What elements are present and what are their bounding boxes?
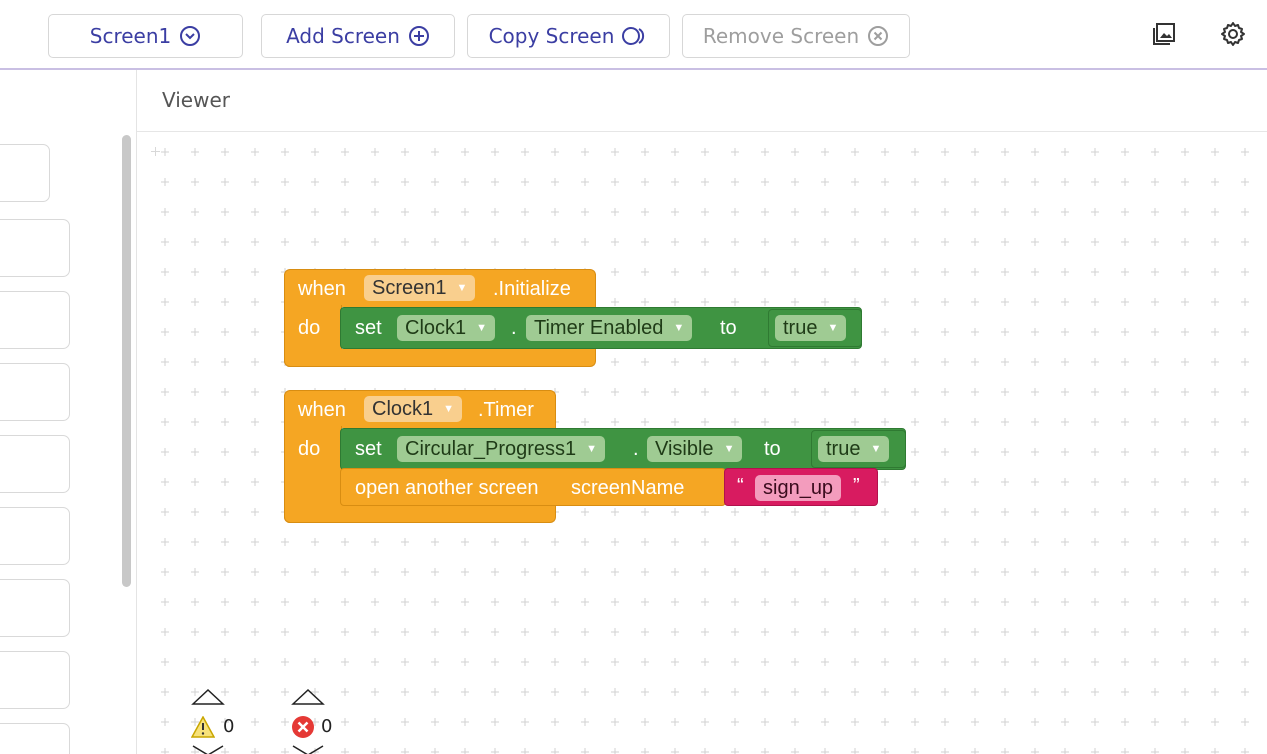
boolean-value: true bbox=[826, 437, 861, 460]
palette-item[interactable] bbox=[0, 435, 70, 493]
warning-count: 0 bbox=[223, 716, 235, 737]
open-quote: “ bbox=[737, 475, 744, 497]
add-circle-icon bbox=[408, 25, 430, 47]
copy-circle-icon bbox=[622, 25, 648, 47]
component-name: Screen1 bbox=[372, 276, 447, 299]
remove-circle-icon bbox=[867, 25, 889, 47]
text-string-block[interactable]: “ sign_up ” bbox=[724, 468, 878, 506]
palette-item[interactable] bbox=[0, 219, 70, 277]
caret-down-icon: ▼ bbox=[443, 403, 455, 415]
gallery-icon[interactable] bbox=[1150, 20, 1178, 48]
top-toolbar: Screen1 Add Screen Copy Screen Remove Sc… bbox=[0, 0, 1267, 70]
caret-down-icon: ▼ bbox=[870, 443, 882, 455]
blocks-palette bbox=[0, 70, 137, 754]
caret-down-icon: ▼ bbox=[673, 322, 685, 334]
copy-screen-label: Copy Screen bbox=[488, 24, 615, 48]
set-label: set bbox=[355, 438, 382, 460]
chevron-circle-down-icon bbox=[179, 25, 201, 47]
component-dropdown[interactable]: Clock1 ▼ bbox=[364, 396, 463, 422]
boolean-dropdown[interactable]: true ▼ bbox=[818, 436, 890, 462]
set-visible-block[interactable]: set Circular_Progress1 ▼ . Visible ▼ to … bbox=[340, 428, 906, 470]
palette-item[interactable] bbox=[0, 723, 70, 754]
property-name: Visible bbox=[655, 437, 714, 460]
palette-item[interactable] bbox=[0, 144, 50, 202]
component-name: Clock1 bbox=[405, 316, 467, 339]
text-value: sign_up bbox=[763, 476, 834, 499]
warning-next-arrow-icon[interactable] bbox=[191, 745, 225, 754]
property-dropdown[interactable]: Timer Enabled ▼ bbox=[526, 315, 693, 341]
screen-select-button[interactable]: Screen1 bbox=[48, 14, 243, 58]
component-dropdown[interactable]: Clock1 ▼ bbox=[397, 315, 496, 341]
when-label: when bbox=[298, 278, 346, 300]
open-screen-label: open another screen bbox=[355, 477, 539, 499]
screen-select-label: Screen1 bbox=[89, 24, 172, 48]
do-label: do bbox=[298, 317, 321, 339]
error-prev-arrow-icon[interactable] bbox=[291, 688, 325, 706]
palette-scrollbar[interactable] bbox=[122, 135, 131, 587]
event-name-label: .Timer bbox=[478, 399, 534, 421]
blocks-workspace[interactable]: when Screen1 ▼ .Initialize do set Clock1… bbox=[137, 132, 1267, 754]
add-screen-button[interactable]: Add Screen bbox=[261, 14, 455, 58]
caret-down-icon: ▼ bbox=[586, 443, 598, 455]
to-label: to bbox=[720, 317, 737, 339]
set-timer-enabled-block[interactable]: set Clock1 ▼ . Timer Enabled ▼ to true ▼ bbox=[340, 307, 862, 349]
component-dropdown[interactable]: Circular_Progress1 ▼ bbox=[397, 436, 606, 462]
add-screen-label: Add Screen bbox=[286, 24, 400, 48]
palette-item[interactable] bbox=[0, 651, 70, 709]
property-dropdown[interactable]: Visible ▼ bbox=[647, 436, 743, 462]
palette-item[interactable] bbox=[0, 363, 70, 421]
text-value-field[interactable]: sign_up bbox=[755, 475, 842, 501]
error-icon bbox=[292, 716, 314, 738]
palette-item[interactable] bbox=[0, 291, 70, 349]
to-label: to bbox=[764, 438, 781, 460]
remove-screen-button[interactable]: Remove Screen bbox=[682, 14, 910, 58]
do-label: do bbox=[298, 438, 321, 460]
dot-label: . bbox=[633, 438, 639, 460]
event-name-label: .Initialize bbox=[493, 278, 571, 300]
screen-name-param-label: screenName bbox=[571, 477, 685, 499]
viewer-title: Viewer bbox=[162, 88, 230, 112]
true-value-block[interactable]: true ▼ bbox=[811, 430, 906, 468]
viewer-header: Viewer bbox=[137, 70, 1267, 132]
palette-item[interactable] bbox=[0, 579, 70, 637]
open-another-screen-block[interactable]: open another screen screenName bbox=[340, 468, 726, 506]
caret-down-icon: ▼ bbox=[456, 282, 468, 294]
set-label: set bbox=[355, 317, 382, 339]
remove-screen-label: Remove Screen bbox=[702, 24, 860, 48]
boolean-dropdown[interactable]: true ▼ bbox=[775, 315, 847, 341]
property-name: Timer Enabled bbox=[534, 316, 664, 339]
palette-item[interactable] bbox=[0, 507, 70, 565]
caret-down-icon: ▼ bbox=[723, 443, 735, 455]
timer-event-block[interactable]: when Clock1 ▼ .Timer do set Circular_Pro… bbox=[284, 390, 906, 523]
component-name: Circular_Progress1 bbox=[405, 437, 577, 460]
warning-prev-arrow-icon[interactable] bbox=[191, 688, 225, 706]
boolean-value: true bbox=[783, 316, 818, 339]
true-value-block[interactable]: true ▼ bbox=[768, 309, 862, 347]
close-quote: ” bbox=[853, 475, 860, 497]
initialize-event-block[interactable]: when Screen1 ▼ .Initialize do set Clock1… bbox=[284, 269, 862, 367]
when-label: when bbox=[298, 399, 346, 421]
error-next-arrow-icon[interactable] bbox=[291, 745, 325, 754]
dot-label: . bbox=[511, 317, 517, 339]
component-dropdown[interactable]: Screen1 ▼ bbox=[364, 275, 476, 301]
copy-screen-button[interactable]: Copy Screen bbox=[467, 14, 670, 58]
warning-icon bbox=[191, 716, 215, 738]
caret-down-icon: ▼ bbox=[476, 322, 488, 334]
caret-down-icon: ▼ bbox=[827, 322, 839, 334]
component-name: Clock1 bbox=[372, 397, 434, 420]
error-count: 0 bbox=[321, 716, 333, 737]
gear-icon[interactable] bbox=[1219, 20, 1247, 48]
